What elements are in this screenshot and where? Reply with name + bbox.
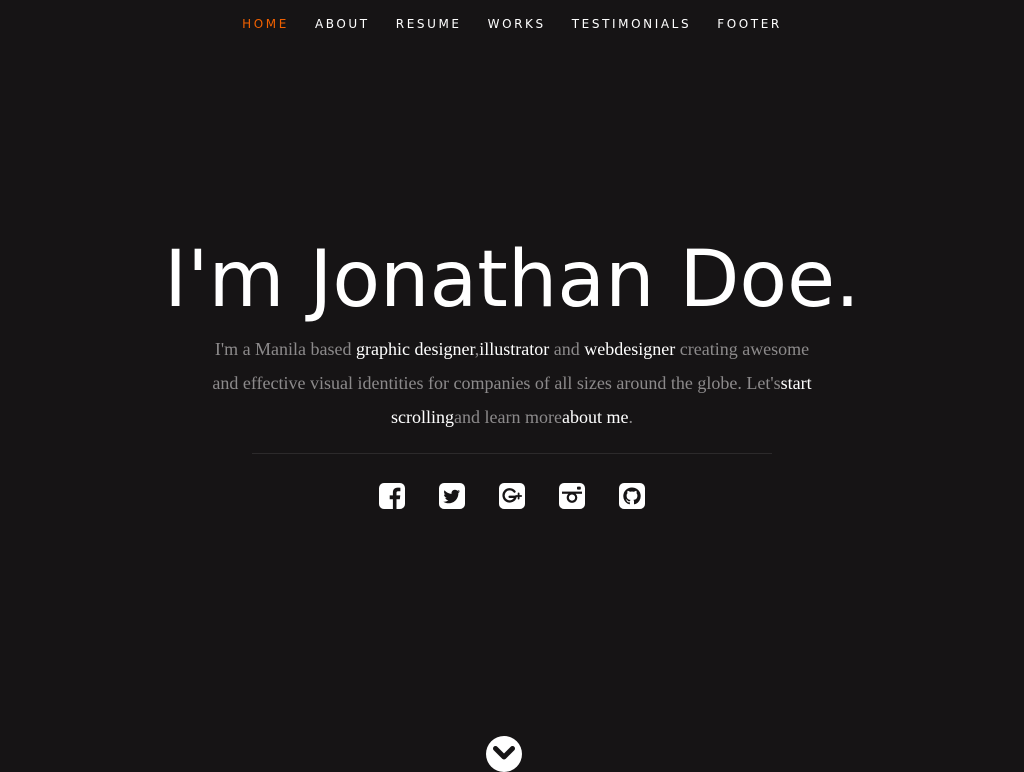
hero-headline: I'm Jonathan Doe. <box>164 235 860 325</box>
instagram-icon[interactable] <box>558 482 586 510</box>
hero-divider <box>252 453 772 454</box>
about-me-link[interactable]: about me <box>562 407 628 427</box>
twitter-icon[interactable] <box>438 482 466 510</box>
hero-intro: I'm a Manila based graphic designer,illu… <box>202 332 822 434</box>
nav-testimonials[interactable]: TESTIMONIALS <box>572 0 691 48</box>
github-icon[interactable] <box>618 482 646 510</box>
main-nav: HOME ABOUT RESUME WORKS TESTIMONIALS FOO… <box>0 0 1024 48</box>
intro-text: . <box>628 407 633 427</box>
google-plus-icon[interactable] <box>498 482 526 510</box>
nav-footer[interactable]: FOOTER <box>717 0 782 48</box>
nav-resume[interactable]: RESUME <box>396 0 462 48</box>
nav-about[interactable]: ABOUT <box>315 0 370 48</box>
facebook-icon[interactable] <box>378 482 406 510</box>
intro-text: and <box>549 339 585 359</box>
nav-works[interactable]: WORKS <box>488 0 546 48</box>
nav-home[interactable]: HOME <box>242 0 289 48</box>
link-illustrator: illustrator <box>479 339 550 359</box>
intro-text: I'm a Manila based <box>214 339 357 359</box>
link-graphic-designer: graphic designer <box>356 339 475 359</box>
link-webdesigner: webdesigner <box>584 339 676 359</box>
intro-text: and learn more <box>454 407 562 427</box>
chevron-down-circle-icon[interactable] <box>486 736 522 772</box>
social-links <box>0 482 1024 510</box>
